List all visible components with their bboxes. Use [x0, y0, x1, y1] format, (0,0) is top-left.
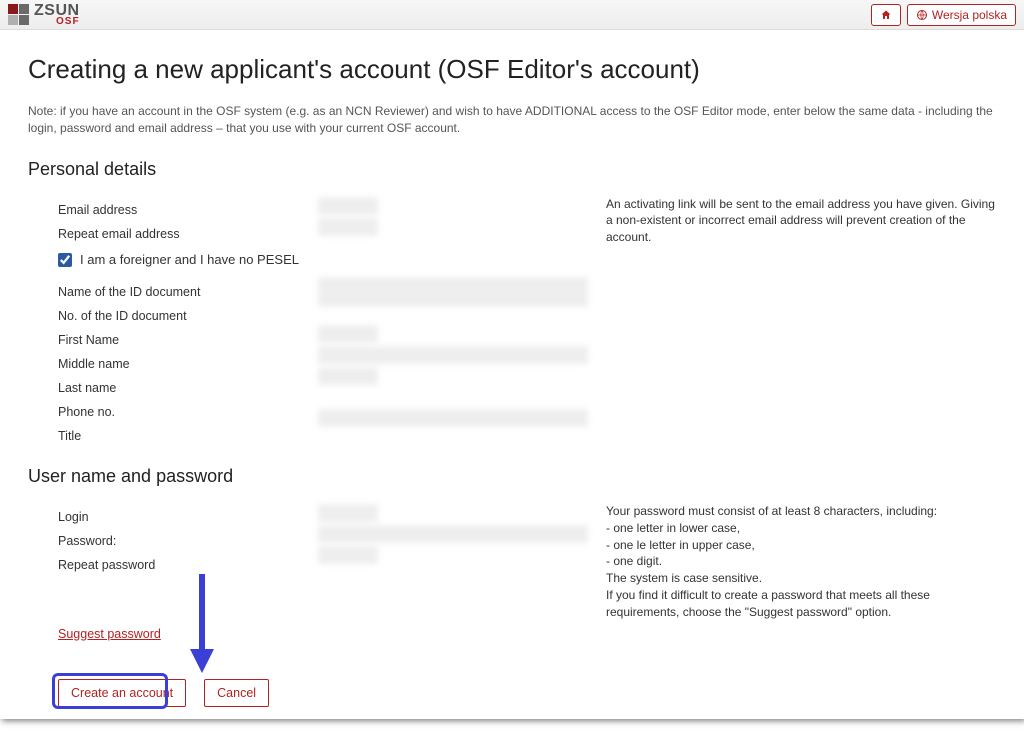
login-field[interactable] [318, 504, 378, 522]
suggest-password-link[interactable]: Suggest password [58, 627, 161, 641]
label-middle-name: Middle name [58, 352, 318, 376]
page-title: Creating a new applicant's account (OSF … [28, 54, 996, 85]
label-last-name: Last name [58, 376, 318, 400]
label-id-doc-no: No. of the ID document [58, 304, 318, 328]
repeat-email-field[interactable] [318, 218, 378, 236]
top-bar: ZSUN OSF Wersja polska [0, 0, 1024, 30]
brand-text: ZSUN OSF [34, 3, 80, 27]
middle-name-field[interactable] [318, 346, 588, 364]
create-account-button[interactable]: Create an account [58, 679, 186, 707]
personal-form: Email address Repeat email address An ac… [28, 192, 996, 246]
personal-form-2: Name of the ID document No. of the ID do… [28, 274, 996, 448]
label-password: Password: [58, 529, 318, 553]
label-phone: Phone no. [58, 400, 318, 424]
brand-logo: ZSUN OSF [8, 3, 80, 27]
label-title: Title [58, 424, 318, 448]
title-select[interactable] [318, 409, 588, 427]
first-name-field[interactable] [318, 325, 378, 343]
credentials-form: Login Password: Repeat password Your pas… [28, 499, 996, 621]
language-button[interactable]: Wersja polska [907, 4, 1016, 26]
actions-row: Create an account Cancel [58, 679, 996, 707]
globe-icon [916, 9, 928, 21]
page-note: Note: if you have an account in the OSF … [28, 103, 996, 137]
email-field[interactable] [318, 197, 378, 215]
id-doc-name-select[interactable] [318, 277, 588, 307]
home-button[interactable] [871, 4, 901, 26]
foreigner-checkbox[interactable] [58, 253, 72, 267]
cancel-button[interactable]: Cancel [204, 679, 269, 707]
section-credentials-heading: User name and password [28, 466, 996, 487]
last-name-field[interactable] [318, 367, 378, 385]
label-email: Email address [58, 198, 318, 222]
repeat-password-field[interactable] [318, 546, 378, 564]
password-field[interactable] [318, 525, 588, 543]
label-id-doc-name: Name of the ID document [58, 280, 318, 304]
home-icon [880, 9, 892, 21]
password-help-text: Your password must consist of at least 8… [588, 499, 996, 621]
label-repeat-password: Repeat password [58, 553, 318, 577]
label-login: Login [58, 505, 318, 529]
label-first-name: First Name [58, 328, 318, 352]
email-help-text: An activating link will be sent to the e… [588, 192, 996, 246]
foreigner-label: I am a foreigner and I have no PESEL [80, 252, 299, 267]
language-label: Wersja polska [932, 8, 1007, 22]
section-personal-heading: Personal details [28, 159, 996, 180]
logo-mark-icon [8, 4, 30, 26]
label-repeat-email: Repeat email address [58, 222, 318, 246]
